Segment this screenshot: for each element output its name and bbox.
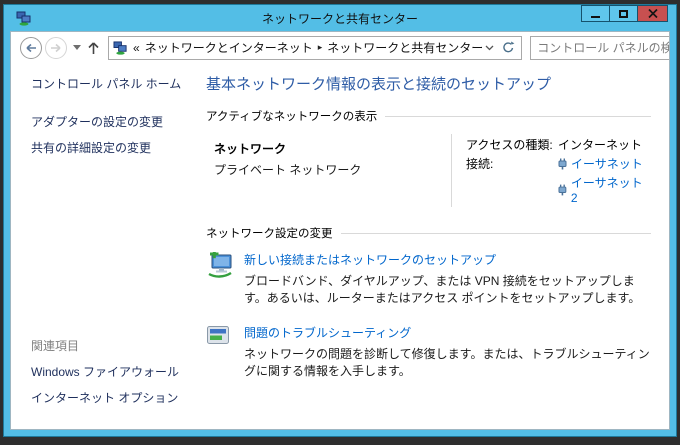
back-button[interactable] (20, 36, 42, 59)
sidebar-item-internet-options[interactable]: インターネット オプション (31, 389, 188, 406)
active-network-block: ネットワーク プライベート ネットワーク アクセスの種類: インターネット 接続… (206, 134, 651, 207)
minimize-icon (591, 15, 600, 18)
forward-button[interactable] (45, 36, 67, 59)
active-networks-section-title: アクティブなネットワークの表示 (206, 111, 378, 123)
recent-pages-dropdown-icon[interactable] (73, 45, 81, 50)
sidebar-item-change-advanced-sharing[interactable]: 共有の詳細設定の変更 (31, 139, 188, 156)
network-app-icon (16, 11, 32, 26)
network-settings-section-title: ネットワーク設定の変更 (206, 228, 333, 240)
connections-label: 接続: (466, 157, 494, 171)
troubleshoot-problems-text: 問題のトラブルシューティング ネットワークの問題を診断して修復します。または、ト… (244, 324, 651, 381)
maximize-icon (619, 9, 628, 18)
title-bar: ネットワークと共有センター (10, 5, 670, 31)
access-type-value: インターネット (558, 138, 643, 152)
breadcrumb: « ネットワークとインターネット ▸ ネットワークと共有センター (133, 39, 483, 56)
breadcrumb-network-sharing-center[interactable]: ネットワークと共有センター (327, 39, 483, 56)
search-input[interactable] (537, 40, 669, 55)
connection-link-ethernet-2[interactable]: イーサネット 2 (558, 174, 651, 205)
address-dropdown-icon[interactable] (485, 45, 494, 51)
network-identity: ネットワーク プライベート ネットワーク (206, 134, 451, 207)
forward-arrow-icon (51, 43, 61, 52)
window-title: ネットワークと共有センター (261, 11, 418, 26)
network-details: アクセスの種類: インターネット 接続: イーサネット イーサネット 2 (451, 134, 651, 207)
ethernet-plug-icon (558, 158, 567, 169)
access-type-label: アクセスの種類: (466, 138, 553, 152)
setup-new-connection-link[interactable]: 新しい接続またはネットワークのセットアップ (244, 251, 651, 268)
minimize-button[interactable] (581, 5, 610, 22)
connections-list: イーサネット イーサネット 2 (558, 155, 651, 205)
access-type-row: アクセスの種類: インターネット (466, 136, 651, 153)
page-title: 基本ネットワーク情報の表示と接続のセットアップ (206, 76, 552, 93)
up-button[interactable] (87, 41, 100, 55)
active-networks-section-header: アクティブなネットワークの表示 (206, 108, 651, 124)
search-box[interactable] (530, 35, 669, 60)
window-controls (581, 5, 668, 22)
connections-row: 接続: イーサネット イーサネット 2 (466, 155, 651, 205)
network-name: ネットワーク (214, 142, 287, 156)
network-sharing-center-window: ネットワークと共有センター « ネットワークとインターネット ▸ ネットワークと… (3, 4, 677, 437)
ethernet-plug-icon (558, 184, 567, 195)
see-also-header: 関連項目 (31, 339, 80, 353)
address-bar-controls (483, 41, 517, 54)
back-arrow-icon (26, 43, 36, 52)
connection-link-ethernet[interactable]: イーサネット (558, 155, 651, 172)
sidebar-item-change-adapter-settings[interactable]: アダプターの設定の変更 (31, 113, 188, 130)
sidebar-item-control-panel-home[interactable]: コントロール パネル ホーム (31, 75, 188, 92)
troubleshoot-problems-item: 問題のトラブルシューティング ネットワークの問題を診断して修復します。または、ト… (206, 324, 651, 381)
breadcrumb-separator-icon[interactable]: ▸ (318, 42, 323, 53)
section-divider (385, 115, 651, 117)
sidebar: コントロール パネル ホーム アダプターの設定の変更 共有の詳細設定の変更 関連… (11, 63, 196, 429)
content-area: コントロール パネル ホーム アダプターの設定の変更 共有の詳細設定の変更 関連… (11, 63, 669, 429)
network-settings-section-header: ネットワーク設定の変更 (206, 225, 651, 241)
refresh-icon[interactable] (502, 41, 515, 54)
nav-buttons (20, 36, 100, 59)
network-type: プライベート ネットワーク (214, 163, 362, 177)
main-pane: 基本ネットワーク情報の表示と接続のセットアップ アクティブなネットワークの表示 … (196, 63, 669, 429)
navigation-toolbar: « ネットワークとインターネット ▸ ネットワークと共有センター (11, 32, 669, 63)
breadcrumb-overflow-chevron[interactable]: « (133, 41, 140, 55)
address-location-icon (113, 40, 128, 55)
sidebar-item-windows-firewall[interactable]: Windows ファイアウォール (31, 363, 188, 380)
connection-label: イーサネット (571, 157, 643, 171)
section-divider (340, 232, 651, 234)
setup-new-connection-text: 新しい接続またはネットワークのセットアップ ブロードバンド、ダイヤルアップ、また… (244, 251, 651, 308)
troubleshoot-icon (206, 324, 244, 381)
troubleshoot-problems-description: ネットワークの問題を診断して修復します。または、トラブルシューティングに関する情… (244, 346, 650, 379)
address-bar[interactable]: « ネットワークとインターネット ▸ ネットワークと共有センター (108, 35, 523, 60)
sidebar-tasks: アダプターの設定の変更 共有の詳細設定の変更 (31, 113, 188, 165)
sidebar-see-also: 関連項目 Windows ファイアウォール インターネット オプション (31, 337, 188, 415)
close-button[interactable] (637, 5, 668, 22)
setup-new-connection-description: ブロードバンド、ダイヤルアップ、または VPN 接続をセットアップします。あるい… (244, 274, 641, 306)
breadcrumb-network-and-internet[interactable]: ネットワークとインターネット (145, 39, 313, 56)
connection-label: イーサネット 2 (570, 176, 643, 205)
window-body: « ネットワークとインターネット ▸ ネットワークと共有センター コントロール … (10, 31, 670, 430)
new-connection-icon (206, 249, 244, 308)
maximize-button[interactable] (609, 5, 638, 22)
close-icon (647, 9, 658, 18)
setup-new-connection-item: 新しい接続またはネットワークのセットアップ ブロードバンド、ダイヤルアップ、また… (206, 249, 651, 308)
troubleshoot-problems-link[interactable]: 問題のトラブルシューティング (244, 324, 651, 341)
